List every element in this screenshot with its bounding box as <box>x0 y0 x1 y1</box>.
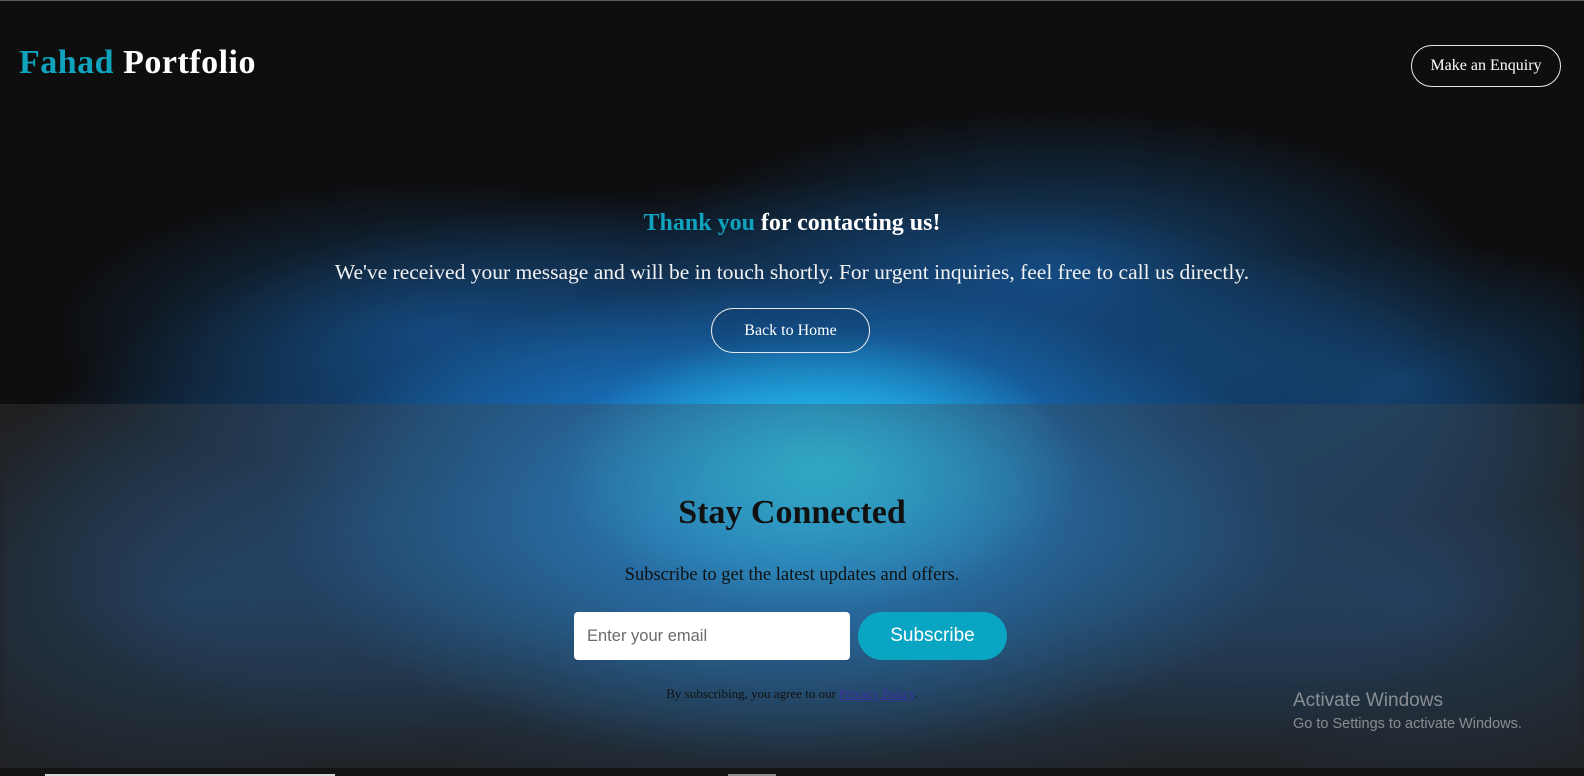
thank-you-rest: for contacting us! <box>760 210 941 236</box>
thank-you-accent: Thank you <box>643 210 755 236</box>
stay-connected-heading: Stay Connected <box>678 494 906 531</box>
confirmation-message: We've received your message and will be … <box>334 260 1250 284</box>
privacy-policy-link[interactable]: Privacy Policy <box>839 686 914 701</box>
activate-windows-subtitle: Go to Settings to activate Windows. <box>1293 716 1522 732</box>
thank-you-heading: Thank you for contacting us! <box>0 210 1584 237</box>
make-enquiry-button[interactable]: Make an Enquiry <box>1411 45 1561 87</box>
brand-first-name: Fahad <box>19 44 115 81</box>
privacy-note-suffix: . <box>914 686 918 701</box>
email-input[interactable] <box>574 612 850 660</box>
activate-windows-title: Activate Windows <box>1293 690 1443 711</box>
subscribe-button[interactable]: Subscribe <box>858 612 1007 660</box>
brand-logo[interactable]: Fahad Portfolio <box>19 44 256 82</box>
back-to-home-button[interactable]: Back to Home <box>711 308 870 353</box>
privacy-note-prefix: By subscribing, you agree to our <box>666 686 836 701</box>
page: Fahad Portfolio Make an Enquiry Thank yo… <box>0 0 1584 776</box>
subscribe-subtitle: Subscribe to get the latest updates and … <box>624 565 960 585</box>
brand-second-name: Portfolio <box>123 44 256 81</box>
